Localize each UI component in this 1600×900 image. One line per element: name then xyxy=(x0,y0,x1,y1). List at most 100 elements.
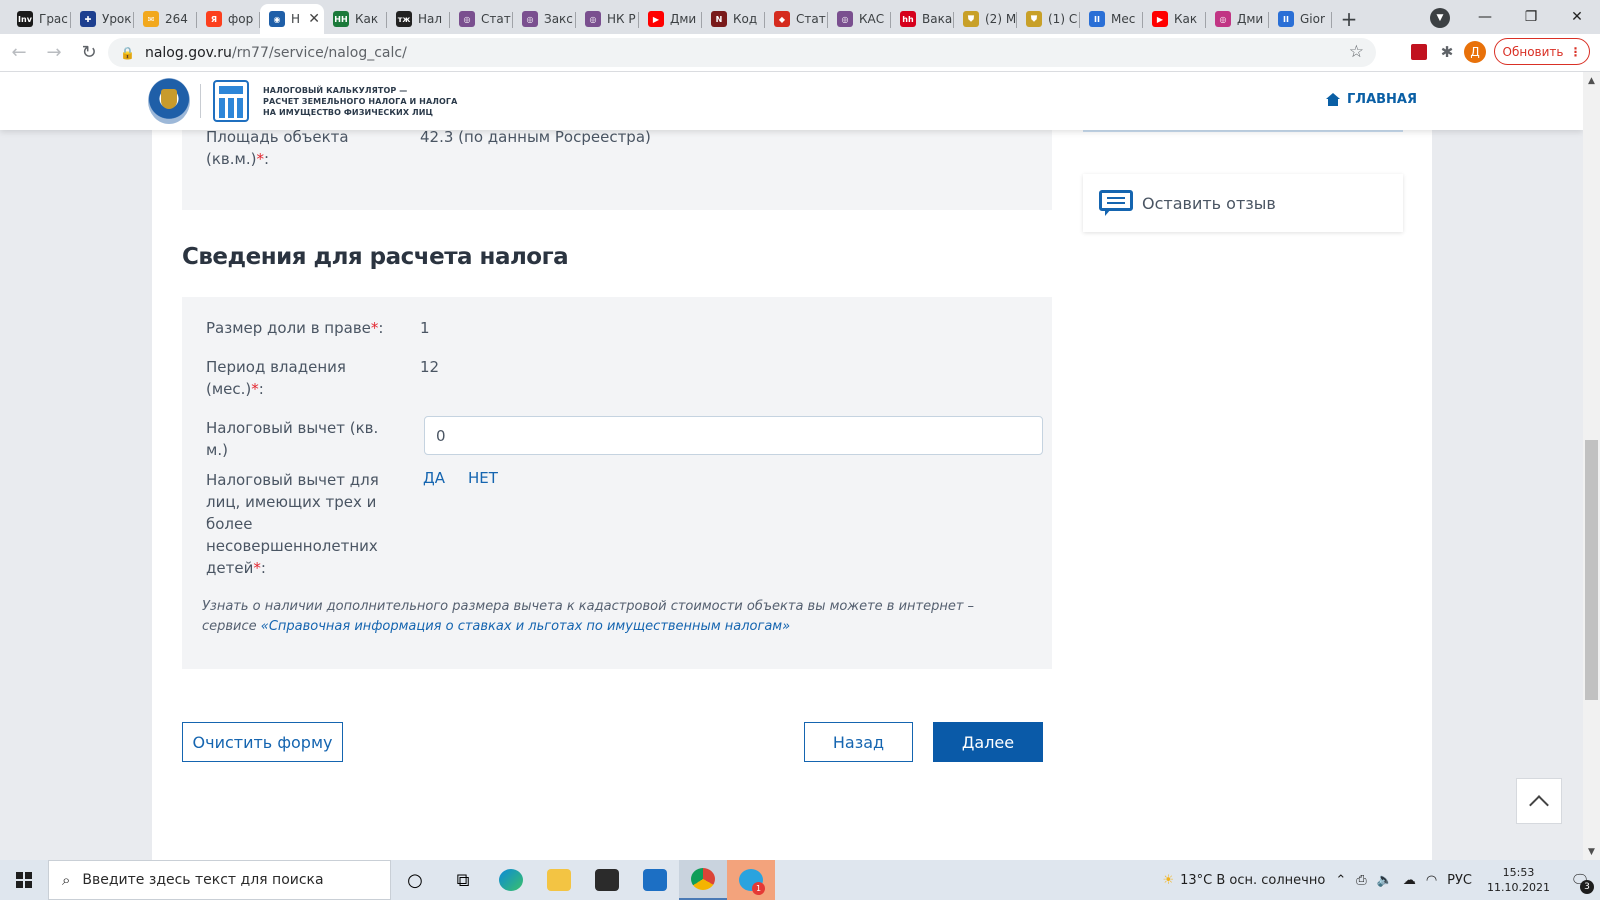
scroll-up-icon[interactable]: ▲ xyxy=(1583,72,1600,89)
store-icon[interactable] xyxy=(583,860,631,900)
browser-tab-title: Грас xyxy=(39,12,68,26)
puzzle-extension-icon[interactable]: ✱ xyxy=(1436,41,1458,63)
colon: : xyxy=(258,380,264,398)
minimize-icon[interactable]: — xyxy=(1462,0,1508,34)
start-button[interactable] xyxy=(0,860,48,900)
deduction-input[interactable] xyxy=(424,416,1043,455)
instagram-icon: ◎ xyxy=(1215,11,1231,27)
browser-tab[interactable]: ⛊ (1) C xyxy=(1017,4,1080,34)
reload-icon[interactable]: ↻ xyxy=(73,37,105,69)
close-tab-icon[interactable]: ✕ xyxy=(308,11,320,27)
update-label: Обновить xyxy=(1502,44,1564,59)
update-browser-button[interactable]: Обновить ⋮ xyxy=(1494,38,1590,65)
file-explorer-icon[interactable] xyxy=(535,860,583,900)
taskbar-search[interactable]: ⌕ Введите здесь текст для поиска xyxy=(48,860,391,900)
area-label: Площадь объекта (кв.м.)*: xyxy=(206,126,349,170)
rates-reference-link[interactable]: «Справочная информация о ставках и льгот… xyxy=(261,619,790,634)
browser-tab[interactable]: ◎ Закс xyxy=(513,4,576,34)
browser-tab[interactable]: тж Нал xyxy=(387,4,450,34)
browser-tab[interactable]: ◉ Н ✕ xyxy=(260,4,324,34)
browser-tab[interactable]: Inv Грас xyxy=(8,4,71,34)
page-scrollbar[interactable]: ▲ ▼ xyxy=(1583,72,1600,860)
browser-tab[interactable]: Яфор xyxy=(197,4,260,34)
browser-tab[interactable]: II Gior xyxy=(1269,4,1332,34)
restore-icon[interactable]: ❐ xyxy=(1508,0,1554,34)
browser-tab[interactable]: ✉ 264 xyxy=(134,4,197,34)
site-header: НАЛОГОВЫЙ КАЛЬКУЛЯТОР — РАСЧЕТ ЗЕМЕЛЬНОГ… xyxy=(0,72,1583,130)
period-label-text-2: (мес.) xyxy=(206,380,252,398)
bookmark-star-icon[interactable]: ☆ xyxy=(1349,42,1364,62)
browser-tab[interactable]: ⛊ (2) M xyxy=(954,4,1017,34)
browser-tab-title: Мес xyxy=(1111,12,1136,26)
service-title-line-1: НАЛОГОВЫЙ КАЛЬКУЛЯТОР — xyxy=(263,86,408,95)
area-label-text-2: (кв.м.) xyxy=(206,150,257,168)
browser-tab-title: Как xyxy=(355,12,379,26)
required-mark: * xyxy=(251,380,259,398)
browser-tab[interactable]: hh Вака xyxy=(891,4,954,34)
weather-text: 13°C В осн. солнечно xyxy=(1180,872,1326,888)
back-arrow-icon[interactable]: ← xyxy=(3,37,35,69)
scroll-thumb[interactable] xyxy=(1585,440,1598,700)
browser-tab-title: Код xyxy=(733,12,758,26)
volume-icon[interactable]: 🔈 xyxy=(1372,873,1398,888)
browser-tab[interactable]: НН Как xyxy=(324,4,387,34)
browser-tab[interactable]: ◎ КАС xyxy=(828,4,891,34)
browser-tab[interactable]: ▶ Как xyxy=(1143,4,1206,34)
wifi-icon[interactable]: ◠ xyxy=(1421,873,1442,888)
taskbar-search-placeholder: Введите здесь текст для поиска xyxy=(82,872,324,888)
notifications-icon[interactable]: 🗨 3 xyxy=(1560,860,1600,900)
browser-tab[interactable]: N Код xyxy=(702,4,765,34)
close-window-icon[interactable]: ✕ xyxy=(1554,0,1600,34)
period-value: 12 xyxy=(420,358,440,376)
option-no-link[interactable]: НЕТ xyxy=(468,469,498,487)
browser-tab-title: Закс xyxy=(544,12,573,26)
search-icon: ⌕ xyxy=(62,871,71,889)
mail-icon[interactable] xyxy=(631,860,679,900)
tray-chevron-icon[interactable]: ⌃ xyxy=(1330,873,1351,888)
nalog-icon: ◉ xyxy=(269,11,285,27)
language-indicator[interactable]: РУС xyxy=(1442,873,1477,888)
browser-tab[interactable]: ◎ Стат xyxy=(450,4,513,34)
onedrive-icon[interactable]: ☁ xyxy=(1398,873,1421,888)
browser-tab[interactable]: ▶ Дми xyxy=(639,4,702,34)
service-title-line-2: РАСЧЕТ ЗЕМЕЛЬНОГО НАЛОГА И НАЛОГА xyxy=(263,97,458,106)
browser-tab[interactable]: ◎ Дми xyxy=(1206,4,1269,34)
calculator-logo-icon[interactable] xyxy=(213,80,249,122)
new-tab-icon[interactable]: + xyxy=(1332,4,1366,34)
chrome-icon[interactable] xyxy=(679,860,727,900)
scroll-to-top-button[interactable] xyxy=(1516,778,1562,824)
home-link[interactable]: ГЛАВНАЯ xyxy=(1326,92,1417,107)
scroll-down-icon[interactable]: ▼ xyxy=(1583,843,1600,860)
option-yes-link[interactable]: ДА xyxy=(423,469,445,487)
browser-tab[interactable]: ✚ Урок xyxy=(71,4,134,34)
pdf-extension-icon[interactable] xyxy=(1408,41,1430,63)
browser-toolbar: ← → ↻ 🔒 nalog.gov.ru /rn77/service/nalog… xyxy=(0,34,1600,72)
browser-tab[interactable]: ◆ Стат xyxy=(765,4,828,34)
browser-tab[interactable]: II Мес xyxy=(1080,4,1143,34)
back-button[interactable]: Назад xyxy=(804,722,913,762)
consultant-icon: ◎ xyxy=(459,11,475,27)
forward-arrow-icon[interactable]: → xyxy=(38,37,70,69)
tab-search-icon[interactable]: ▼ xyxy=(1430,8,1450,28)
telegram-icon[interactable]: 1 xyxy=(727,860,775,900)
browser-tab-title: Дми xyxy=(1237,12,1264,26)
address-bar[interactable]: 🔒 nalog.gov.ru /rn77/service/nalog_calc/… xyxy=(108,38,1376,67)
profile-avatar[interactable]: Д xyxy=(1464,41,1486,63)
feedback-label: Оставить отзыв xyxy=(1142,193,1276,213)
clock[interactable]: 15:53 11.10.2021 xyxy=(1477,865,1560,895)
network-tray-icon[interactable]: ⎙ xyxy=(1351,873,1371,888)
cortana-icon[interactable]: ○ xyxy=(391,860,439,900)
children-label-line-2: лиц, имеющих трех и xyxy=(206,493,377,511)
deduction-label: Налоговый вычет (кв. м.) xyxy=(206,417,378,461)
weather-widget[interactable]: ☀ 13°C В осн. солнечно xyxy=(1157,873,1330,888)
browser-tab[interactable]: ◎ НК Р xyxy=(576,4,639,34)
next-button[interactable]: Далее xyxy=(933,722,1043,762)
browser-tab-title: Стат xyxy=(481,12,511,26)
edge-icon[interactable] xyxy=(487,860,535,900)
feedback-button[interactable]: Оставить отзыв xyxy=(1083,174,1403,232)
share-label-text: Размер доли в праве xyxy=(206,319,371,337)
lock-icon: 🔒 xyxy=(120,45,135,60)
clear-form-button[interactable]: Очистить форму xyxy=(182,722,343,762)
task-view-icon[interactable]: ⧉ xyxy=(439,860,487,900)
url-host: nalog.gov.ru xyxy=(144,44,232,61)
